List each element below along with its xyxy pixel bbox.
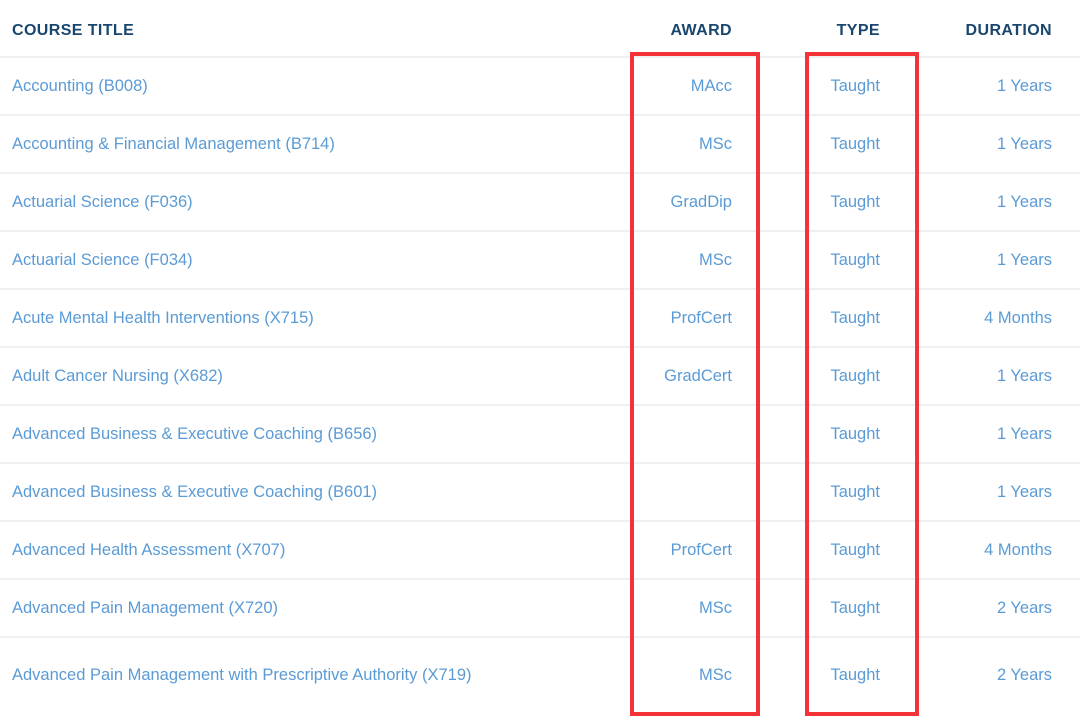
course-title-cell: Advanced Pain Management with Prescripti… — [0, 636, 630, 712]
type-cell: Taught — [762, 462, 882, 521]
course-title-link[interactable]: Advanced Health Assessment (X707) — [12, 541, 285, 559]
column-header-type[interactable]: TYPE — [762, 0, 882, 57]
award-cell: GradCert — [630, 346, 762, 405]
type-cell: Taught — [762, 172, 882, 231]
table-row: Accounting (B008) MAcc Taught 1 Years — [0, 56, 1080, 115]
course-title-link[interactable]: Accounting (B008) — [12, 77, 148, 95]
column-header-course-title[interactable]: COURSE TITLE — [0, 0, 630, 57]
table-row: Adult Cancer Nursing (X682) GradCert Tau… — [0, 346, 1080, 405]
type-cell: Taught — [762, 578, 882, 637]
duration-cell: 1 Years — [882, 114, 1080, 173]
course-title-cell: Advanced Health Assessment (X707) — [0, 520, 630, 579]
course-title-cell: Accounting & Financial Management (B714) — [0, 114, 630, 173]
course-title-link[interactable]: Actuarial Science (F036) — [12, 193, 193, 211]
table-row: Advanced Pain Management (X720) MSc Taug… — [0, 578, 1080, 637]
duration-cell: 4 Months — [882, 288, 1080, 347]
type-cell: Taught — [762, 230, 882, 289]
type-cell: Taught — [762, 636, 882, 712]
course-title-cell: Acute Mental Health Interventions (X715) — [0, 288, 630, 347]
course-listing-table: COURSE TITLE AWARD TYPE DURATION Account… — [0, 0, 1080, 712]
award-cell — [630, 404, 762, 463]
duration-cell: 1 Years — [882, 404, 1080, 463]
table-body: Accounting (B008) MAcc Taught 1 Years Ac… — [0, 56, 1080, 712]
column-header-duration[interactable]: DURATION — [882, 0, 1080, 57]
duration-cell: 2 Years — [882, 578, 1080, 637]
course-title-cell: Actuarial Science (F034) — [0, 230, 630, 289]
course-title-cell: Advanced Pain Management (X720) — [0, 578, 630, 637]
course-title-cell: Advanced Business & Executive Coaching (… — [0, 462, 630, 521]
table-row: Acute Mental Health Interventions (X715)… — [0, 288, 1080, 347]
course-title-link[interactable]: Advanced Business & Executive Coaching (… — [12, 483, 377, 501]
table-row: Advanced Pain Management with Prescripti… — [0, 636, 1080, 712]
table-row: Advanced Business & Executive Coaching (… — [0, 404, 1080, 463]
type-cell: Taught — [762, 520, 882, 579]
award-cell: MSc — [630, 114, 762, 173]
table-row: Actuarial Science (F034) MSc Taught 1 Ye… — [0, 230, 1080, 289]
course-title-link[interactable]: Advanced Business & Executive Coaching (… — [12, 425, 377, 443]
duration-cell: 2 Years — [882, 636, 1080, 712]
table-header-row: COURSE TITLE AWARD TYPE DURATION — [0, 0, 1080, 57]
award-cell: MSc — [630, 230, 762, 289]
course-title-link[interactable]: Advanced Pain Management (X720) — [12, 599, 278, 617]
table-row: Accounting & Financial Management (B714)… — [0, 114, 1080, 173]
table-row: Advanced Business & Executive Coaching (… — [0, 462, 1080, 521]
type-cell: Taught — [762, 346, 882, 405]
course-title-link[interactable]: Actuarial Science (F034) — [12, 251, 193, 269]
duration-cell: 1 Years — [882, 462, 1080, 521]
column-header-award[interactable]: AWARD — [630, 0, 762, 57]
type-cell: Taught — [762, 56, 882, 115]
table-row: Actuarial Science (F036) GradDip Taught … — [0, 172, 1080, 231]
course-title-link[interactable]: Acute Mental Health Interventions (X715) — [12, 309, 314, 327]
award-cell: MSc — [630, 578, 762, 637]
duration-cell: 1 Years — [882, 56, 1080, 115]
course-title-cell: Accounting (B008) — [0, 56, 630, 115]
type-cell: Taught — [762, 288, 882, 347]
table-row: Advanced Health Assessment (X707) ProfCe… — [0, 520, 1080, 579]
award-cell: ProfCert — [630, 520, 762, 579]
award-cell — [630, 462, 762, 521]
award-cell: MSc — [630, 636, 762, 712]
course-title-link[interactable]: Adult Cancer Nursing (X682) — [12, 367, 223, 385]
award-cell: GradDip — [630, 172, 762, 231]
duration-cell: 1 Years — [882, 230, 1080, 289]
course-table-container: COURSE TITLE AWARD TYPE DURATION Account… — [0, 0, 1080, 726]
duration-cell: 4 Months — [882, 520, 1080, 579]
table-header: COURSE TITLE AWARD TYPE DURATION — [0, 0, 1080, 57]
course-title-link[interactable]: Advanced Pain Management with Prescripti… — [12, 666, 472, 684]
course-title-cell: Advanced Business & Executive Coaching (… — [0, 404, 630, 463]
type-cell: Taught — [762, 404, 882, 463]
course-title-cell: Adult Cancer Nursing (X682) — [0, 346, 630, 405]
course-title-cell: Actuarial Science (F036) — [0, 172, 630, 231]
award-cell: MAcc — [630, 56, 762, 115]
duration-cell: 1 Years — [882, 172, 1080, 231]
type-cell: Taught — [762, 114, 882, 173]
duration-cell: 1 Years — [882, 346, 1080, 405]
course-title-link[interactable]: Accounting & Financial Management (B714) — [12, 135, 335, 153]
award-cell: ProfCert — [630, 288, 762, 347]
